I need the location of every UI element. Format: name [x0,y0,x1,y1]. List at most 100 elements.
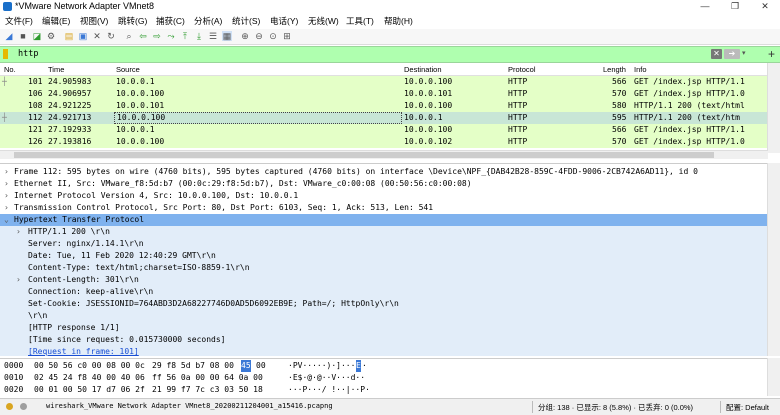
autoscroll-icon[interactable]: ☰ [208,31,218,41]
bookmark-icon[interactable] [3,49,8,59]
capture-comment-icon[interactable] [20,403,27,410]
tree-item-ipv4[interactable]: › Internet Protocol Version 4, Src: 10.0.… [0,190,768,202]
expand-arrow-icon[interactable]: › [4,166,9,178]
tree-item-http-date[interactable]: Date: Tue, 11 Feb 2020 12:40:29 GMT\r\n [0,250,768,262]
close-button[interactable]: ✕ [750,0,780,13]
tree-item-label: HTTP/1.1 200 \r\n [28,227,110,236]
packet-source: 10.0.0.1 [116,125,155,134]
tree-item-http[interactable]: ⌄ Hypertext Transfer Protocol [0,214,768,226]
col-no[interactable]: No. [4,65,16,74]
maximize-button[interactable]: ❐ [720,0,750,13]
expand-arrow-icon[interactable]: › [4,202,9,214]
open-file-icon[interactable]: ▤ [64,31,74,41]
shark-fin-start-icon[interactable]: ◢ [4,31,14,41]
save-file-icon[interactable]: ▣ [78,31,88,41]
tree-item-ethernet[interactable]: › Ethernet II, Src: VMware_f8:5d:b7 (00:0… [0,178,768,190]
hex-bytes: 02 45 24 f8 40 00 40 06 [34,373,145,382]
packet-list-hscrollbar[interactable] [0,150,768,159]
colorize-icon[interactable]: ▦ [222,31,232,41]
menu-help[interactable]: 帮助(H) [384,15,413,27]
last-packet-icon[interactable]: ⤓ [194,31,204,41]
menu-telephony[interactable]: 电话(Y) [270,15,298,27]
menu-analyze[interactable]: 分析(A) [194,15,222,27]
col-destination[interactable]: Destination [404,65,442,74]
col-time[interactable]: Time [48,65,64,74]
menu-go[interactable]: 跳转(G) [118,15,147,27]
forward-arrow-icon[interactable]: ⇨ [152,31,162,41]
stop-icon[interactable]: ■ [18,31,28,41]
tree-item-http-connection[interactable]: Connection: keep-alive\r\n [0,286,768,298]
reload-icon[interactable]: ↻ [106,31,116,41]
packet-row[interactable]: 106 24.906957 10.0.0.100 10.0.0.101 HTTP… [0,88,768,100]
expand-arrow-icon[interactable]: › [4,178,9,190]
packet-row-selected[interactable]: ┼ 112 24.921713 10.0.0.100 10.0.0.1 HTTP… [0,112,768,124]
first-packet-icon[interactable]: ⤒ [180,31,190,41]
bytes-scrollbar[interactable] [767,358,780,396]
col-protocol[interactable]: Protocol [508,65,536,74]
profile-label[interactable]: 配置: Default [726,402,769,413]
packet-time: 27.193816 [48,137,92,146]
resize-columns-icon[interactable]: ⊞ [282,31,292,41]
packet-row[interactable]: 108 24.921225 10.0.0.101 10.0.0.100 HTTP… [0,100,768,112]
menu-edit[interactable]: 编辑(E) [42,15,70,27]
menu-tools[interactable]: 工具(T) [346,15,374,27]
menu-statistics[interactable]: 统计(S) [232,15,260,27]
menu-wireless[interactable]: 无线(W) [308,15,339,27]
tree-item-http-content-length[interactable]: › Content-Length: 301\r\n [0,274,768,286]
tree-item-http-set-cookie[interactable]: Set-Cookie: JSESSIONID=764ABD3D2A6822774… [0,298,768,310]
restart-icon[interactable]: ◪ [32,31,42,41]
zoom-out-icon[interactable]: ⊖ [254,31,264,41]
clear-filter-button[interactable]: ✕ [711,49,722,59]
tree-item-http-status[interactable]: › HTTP/1.1 200 \r\n [0,226,768,238]
packet-destination: 10.0.0.100 [404,77,453,86]
tree-item-tcp[interactable]: › Transmission Control Protocol, Src Port… [0,202,768,214]
col-source[interactable]: Source [116,65,140,74]
find-icon[interactable]: ⌕ [124,31,134,41]
packet-row[interactable]: 126 27.193816 10.0.0.100 10.0.0.102 HTTP… [0,136,768,148]
packet-destination: 10.0.0.101 [404,89,453,98]
back-arrow-icon[interactable]: ⇦ [138,31,148,41]
expert-info-icon[interactable] [6,403,13,410]
minimize-button[interactable]: — [690,0,720,13]
tree-item-frame[interactable]: › Frame 112: 595 bytes on wire (4760 bits… [0,166,768,178]
menu-bar: 文件(F) 编辑(E) 视图(V) 跳转(G) 捕获(C) 分析(A) 统计(S… [0,14,780,28]
col-length[interactable]: Length [603,65,626,74]
packet-source: 10.0.0.100 [114,112,402,124]
close-file-icon[interactable]: ✕ [92,31,102,41]
zoom-reset-icon[interactable]: ⊙ [268,31,278,41]
col-info[interactable]: Info [634,65,647,74]
packet-row[interactable]: ┼ 101 24.905983 10.0.0.1 10.0.0.100 HTTP… [0,76,768,88]
zoom-in-icon[interactable]: ⊕ [240,31,250,41]
filter-history-dropdown[interactable]: ▾ [742,49,750,59]
tree-item-http-time-since-request[interactable]: [Time since request: 0.015730000 seconds… [0,334,768,346]
hex-bytes: 29 f8 5d b7 08 00 [152,361,234,370]
menu-file[interactable]: 文件(F) [5,15,33,27]
tree-item-request-in-frame-link[interactable]: [Request in frame: 101] [0,346,768,356]
packet-list-scrollbar[interactable] [767,63,780,153]
packet-row[interactable]: 121 27.192933 10.0.0.1 10.0.0.100 HTTP 5… [0,124,768,136]
packet-length: 570 [612,89,627,98]
tree-item-label: Server: nginx/1.14.1\r\n [28,239,144,248]
add-filter-button[interactable]: + [768,47,775,61]
packet-destination: 10.0.0.100 [404,125,453,134]
tree-item-http-server[interactable]: Server: nginx/1.14.1\r\n [0,238,768,250]
tree-item-label: Hypertext Transfer Protocol [14,215,145,224]
tree-item-label: \r\n [28,311,48,320]
expand-arrow-icon[interactable]: › [16,226,21,238]
expand-arrow-icon[interactable]: › [4,190,9,202]
hscroll-thumb[interactable] [14,152,714,158]
packet-details-pane: › Frame 112: 595 bytes on wire (4760 bits… [0,163,768,357]
menu-view[interactable]: 视图(V) [80,15,108,27]
display-filter-input[interactable]: http [18,49,38,59]
go-to-packet-icon[interactable]: ⤳ [166,31,176,41]
expand-arrow-icon[interactable]: › [16,274,21,286]
apply-filter-button[interactable]: ➔ [724,49,740,59]
tree-item-http-crlf[interactable]: \r\n [0,310,768,322]
tree-item-http-response-count[interactable]: [HTTP response 1/1] [0,322,768,334]
hex-ascii: ·E$·@·@··V···d·· [288,373,366,382]
options-gear-icon[interactable]: ⚙ [46,31,56,41]
menu-capture[interactable]: 捕获(C) [156,15,185,27]
collapse-arrow-icon[interactable]: ⌄ [4,214,9,226]
tree-item-http-content-type[interactable]: Content-Type: text/html;charset=ISO-8859… [0,262,768,274]
details-scrollbar[interactable] [767,163,780,356]
